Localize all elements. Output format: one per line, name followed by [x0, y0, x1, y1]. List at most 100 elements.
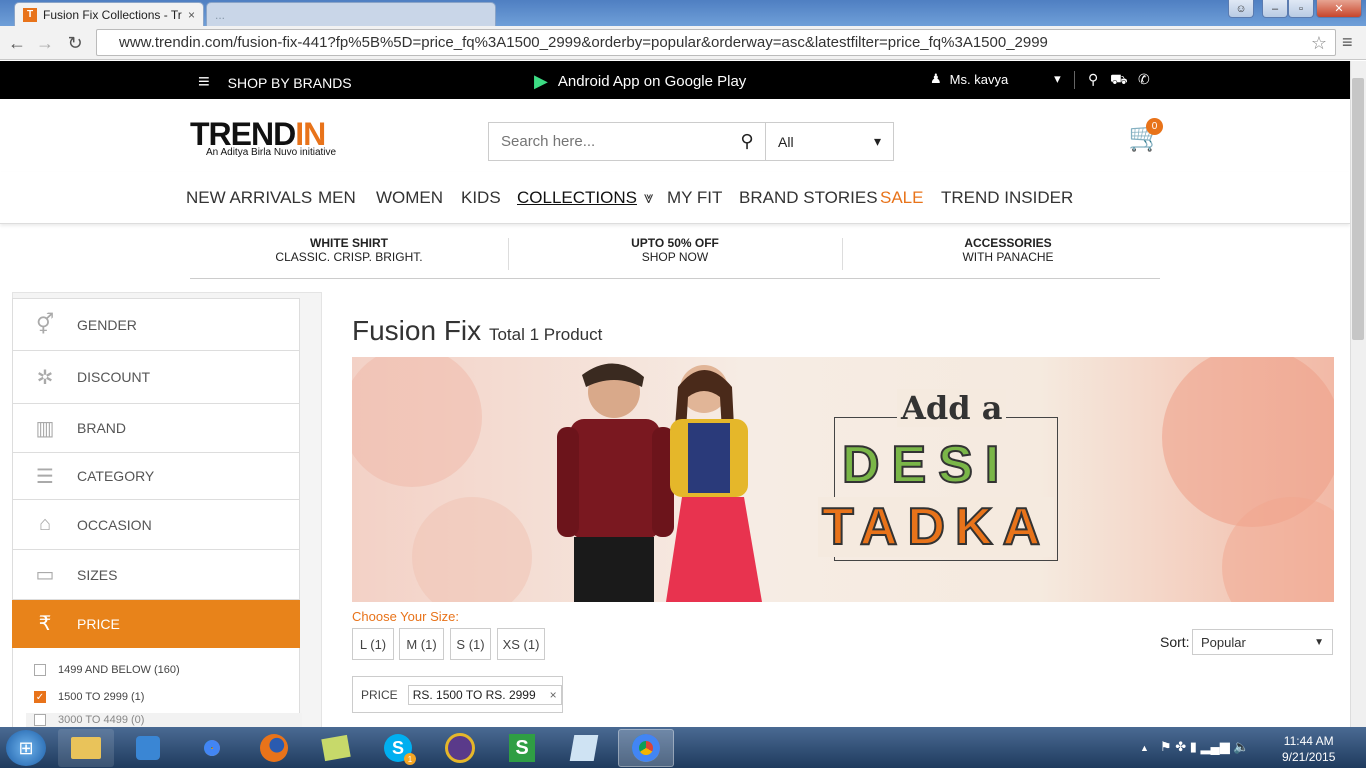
- user-account-menu[interactable]: ♟ Ms. kavya ▾: [930, 71, 1061, 87]
- back-icon[interactable]: ←: [6, 32, 28, 54]
- price-option-3000-4499[interactable]: 3000 TO 4499 (0): [26, 713, 302, 727]
- filter-price[interactable]: ₹ PRICE: [12, 600, 300, 648]
- filter-label: CATEGORY: [77, 468, 155, 484]
- window-close-button[interactable]: ✕: [1316, 0, 1362, 18]
- tray-expand-icon[interactable]: ▲: [1140, 743, 1149, 753]
- bookmark-star-icon[interactable]: ☆: [1311, 33, 1327, 54]
- nav-trend-insider[interactable]: TREND INSIDER: [941, 188, 1073, 208]
- skype-badge: 1: [404, 753, 416, 765]
- divider: [1074, 71, 1075, 89]
- option-label: 3000 TO 4499 (0): [58, 714, 145, 726]
- promo-accessories[interactable]: ACCESSORIES WITH PANACHE: [842, 236, 1174, 270]
- address-bar[interactable]: www.trendin.com/fusion-fix-441?fp%5B%5D=…: [96, 29, 1336, 56]
- checkbox-checked[interactable]: ✓: [34, 691, 46, 703]
- size-chip-l[interactable]: L (1): [352, 628, 394, 660]
- promo-strip: WHITE SHIRT CLASSIC. CRISP. BRIGHT. UPTO…: [190, 236, 1160, 279]
- nav-men[interactable]: MEN: [318, 188, 356, 208]
- android-app-link[interactable]: ▶ Android App on Google Play: [534, 71, 746, 92]
- filter-occasion[interactable]: ⌂ OCCASION: [12, 500, 300, 550]
- truck-icon[interactable]: ⛟: [1110, 71, 1128, 90]
- search-icon[interactable]: ⚲: [729, 123, 765, 160]
- nav-collections[interactable]: COLLECTIONS: [517, 188, 637, 208]
- nav-women[interactable]: WOMEN: [376, 188, 443, 208]
- window-minimize-button[interactable]: –: [1262, 0, 1288, 18]
- taskbar-clock[interactable]: 11:44 AM 9/21/2015: [1282, 733, 1335, 765]
- android-app-label: Android App on Google Play: [557, 73, 747, 90]
- tab-title: Fusion Fix Collections - Tr: [43, 7, 182, 22]
- sort-select[interactable]: Popular ▼: [1192, 629, 1333, 655]
- promo-upto-50-off[interactable]: UPTO 50% OFF SHOP NOW: [508, 236, 842, 270]
- nav-kids[interactable]: KIDS: [461, 188, 501, 208]
- price-option-1500-2999[interactable]: ✓ 1500 TO 2999 (1): [34, 691, 144, 703]
- search-input[interactable]: [489, 123, 729, 160]
- filter-sizes[interactable]: ▭ SIZES: [12, 550, 300, 600]
- trendin-logo[interactable]: TRENDIN An Aditya Birla Nuvo initiative: [190, 116, 336, 158]
- start-button-icon[interactable]: ⊞: [6, 730, 46, 766]
- promo-subheading: WITH PANACHE: [962, 250, 1054, 264]
- remove-filter-icon[interactable]: ×: [550, 688, 557, 702]
- browser-tab-active[interactable]: T Fusion Fix Collections - Tr ×: [14, 2, 204, 26]
- size-chip-m[interactable]: M (1): [399, 628, 444, 660]
- chrome-active-icon[interactable]: [618, 729, 674, 767]
- window-maximize-button[interactable]: ▫: [1288, 0, 1314, 18]
- skype-icon[interactable]: S 1: [370, 729, 426, 767]
- nav-sale[interactable]: SALE: [880, 188, 923, 208]
- clock-date: 9/21/2015: [1282, 750, 1336, 764]
- nav-brand-stories[interactable]: BRAND STORIES: [739, 188, 878, 208]
- reload-icon[interactable]: ↻: [64, 32, 86, 54]
- choose-size-label: Choose Your Size:: [352, 609, 459, 624]
- forward-icon[interactable]: →: [34, 32, 56, 54]
- option-label: 1500 TO 2999 (1): [58, 691, 145, 703]
- nav-new-arrivals[interactable]: NEW ARRIVALS: [186, 188, 312, 208]
- filter-category[interactable]: ☰ CATEGORY: [12, 453, 300, 500]
- window-user-button[interactable]: ☺: [1228, 0, 1254, 18]
- checkbox[interactable]: [34, 664, 46, 676]
- filter-label: OCCASION: [77, 516, 152, 533]
- size-chip-s[interactable]: S (1): [450, 628, 491, 660]
- banner-text-add-a: Add a: [897, 389, 1007, 427]
- barcode-icon: ▥: [35, 417, 55, 440]
- filter-discount[interactable]: ✲ DISCOUNT: [12, 351, 300, 404]
- size-chip-xs[interactable]: XS (1): [497, 628, 545, 660]
- category-select[interactable]: All ▾: [765, 123, 893, 160]
- media-player-icon[interactable]: [120, 729, 176, 767]
- firefox-icon[interactable]: [246, 729, 302, 767]
- browser-tab-inactive[interactable]: ...: [206, 2, 496, 26]
- explorer-icon[interactable]: [58, 729, 114, 767]
- filter-label: BRAND: [77, 420, 127, 436]
- system-tray-icons[interactable]: ⚑ ✤ ▮ ▂▄▆ 🔈: [1160, 739, 1250, 755]
- nav-my-fit[interactable]: MY FIT: [667, 188, 722, 208]
- cart-count-badge: 0: [1146, 118, 1163, 135]
- option-label: 1499 AND BELOW (160): [58, 664, 180, 676]
- applied-filter: PRICE RS. 1500 TO RS. 2999 ×: [352, 676, 563, 713]
- filter-label: PRICE: [77, 615, 120, 632]
- chrome-icon[interactable]: [184, 729, 240, 767]
- shop-by-brands-menu[interactable]: ≡ SHOP BY BRANDS: [198, 71, 352, 94]
- browser-menu-icon[interactable]: ≡: [1342, 32, 1353, 53]
- tab-close-icon[interactable]: ×: [188, 8, 195, 22]
- phone-icon[interactable]: ✆: [1138, 71, 1150, 88]
- gender-icon: ⚥: [35, 314, 55, 336]
- promo-white-shirt[interactable]: WHITE SHIRT CLASSIC. CRISP. BRIGHT.: [190, 236, 508, 270]
- promo-subheading: CLASSIC. CRISP. BRIGHT.: [275, 250, 423, 264]
- search-bar: ⚲ All ▾: [488, 122, 894, 161]
- filter-brand[interactable]: ▥ BRAND: [12, 404, 300, 453]
- spreadsheet-app-icon[interactable]: S: [494, 729, 550, 767]
- collection-banner: Add a DESI TADKA: [352, 357, 1334, 602]
- clock-time: 11:44 AM: [1283, 734, 1334, 748]
- sticky-notes-icon[interactable]: [308, 729, 364, 767]
- store-locator-icon[interactable]: ⚲: [1088, 71, 1098, 88]
- promo-subheading: SHOP NOW: [641, 250, 709, 264]
- eclipse-icon[interactable]: [432, 729, 488, 767]
- price-option-1499-below[interactable]: 1499 AND BELOW (160): [34, 664, 180, 676]
- applied-filter-value: RS. 1500 TO RS. 2999: [412, 687, 536, 702]
- banner-text-tadka: TADKA: [818, 497, 1055, 557]
- scrollbar-thumb[interactable]: [1352, 78, 1364, 340]
- applied-filter-label: PRICE: [361, 687, 398, 702]
- notepad-icon[interactable]: [556, 729, 612, 767]
- tab2-title: ...: [215, 7, 226, 22]
- checkbox[interactable]: [34, 714, 46, 726]
- main-navigation: NEW ARRIVALS MEN WOMEN KIDS COLLECTIONS …: [0, 172, 1350, 224]
- filter-gender[interactable]: ⚥ GENDER: [12, 298, 300, 351]
- list-icon: ☰: [36, 465, 54, 488]
